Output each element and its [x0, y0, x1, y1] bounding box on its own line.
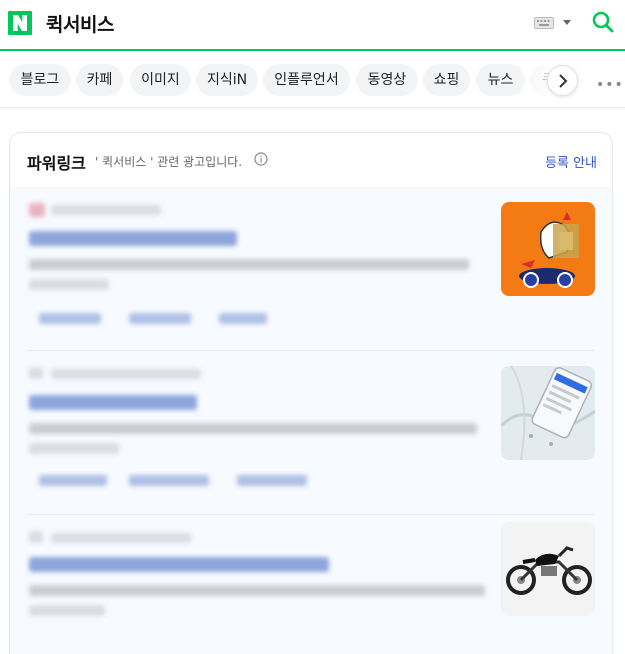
tab-influencer[interactable]: 인플루언서 [263, 64, 350, 96]
chevron-down-icon[interactable] [563, 20, 571, 25]
more-icon[interactable]: ••• [596, 77, 624, 93]
naver-logo[interactable] [8, 11, 32, 35]
ad-item[interactable] [27, 365, 595, 495]
ad-description [29, 443, 119, 454]
ad-title-link[interactable] [29, 395, 197, 410]
tab-blog[interactable]: 블로그 [9, 64, 71, 96]
ad-divider [27, 350, 595, 351]
powerlink-title: 파워링크 [27, 154, 86, 173]
ad-sublink[interactable] [237, 475, 307, 486]
ad-thumbnail[interactable] [501, 366, 595, 460]
ad-site-name[interactable] [51, 533, 191, 543]
map-phone-image [501, 366, 595, 460]
ad-site-name[interactable] [51, 369, 201, 379]
ad-sublink[interactable] [129, 313, 191, 324]
tab-cafe[interactable]: 카페 [76, 64, 123, 96]
chevron-right-icon [559, 74, 568, 88]
ad-title-link[interactable] [29, 231, 237, 246]
ad-sublink[interactable] [39, 313, 101, 324]
powerlink-header: 파워링크 ' 퀵서비스 ' 관련 광고입니다. 등록 안내 [10, 133, 612, 187]
search-tabs: 블로그 카페 이미지 지식iN 인플루언서 동영상 쇼핑 뉴스 쿠 ••• [0, 53, 625, 108]
register-link[interactable]: 등록 안내 [545, 152, 597, 171]
ad-item[interactable] [27, 522, 595, 654]
ad-sublink[interactable] [129, 475, 209, 486]
tab-kin[interactable]: 지식iN [196, 64, 258, 96]
delivery-character-image [501, 202, 595, 296]
ad-thumbnail[interactable] [501, 522, 595, 616]
ad-sublink[interactable] [219, 313, 267, 324]
ad-favicon [29, 531, 43, 543]
ad-description [29, 605, 105, 616]
ad-favicon [29, 367, 43, 379]
search-icon[interactable] [592, 11, 614, 33]
ad-divider [27, 514, 595, 515]
ad-thumbnail[interactable] [501, 202, 595, 296]
ad-item[interactable] [27, 201, 595, 331]
tabs-scroll-button[interactable] [547, 65, 578, 96]
ad-description [29, 259, 469, 270]
powerlink-section: 파워링크 ' 퀵서비스 ' 관련 광고입니다. 등록 안내 [9, 132, 613, 654]
ad-site-name[interactable] [51, 205, 161, 215]
ad-sublink[interactable] [39, 475, 107, 486]
search-query[interactable]: 퀵서비스 [46, 10, 114, 37]
ad-description [29, 279, 109, 290]
tab-shopping[interactable]: 쇼핑 [423, 64, 470, 96]
tab-news[interactable]: 뉴스 [476, 64, 525, 96]
powerlink-description: ' 퀵서비스 ' 관련 광고입니다. [95, 155, 243, 169]
ad-title-link[interactable] [29, 557, 329, 572]
powerlink-ads [10, 187, 612, 654]
motorcycle-image [501, 522, 595, 616]
info-icon[interactable] [254, 152, 268, 166]
keyboard-icon[interactable] [534, 17, 554, 29]
ad-description [29, 423, 477, 434]
search-header: 퀵서비스 [0, 0, 625, 51]
ad-favicon [29, 203, 45, 217]
tab-video[interactable]: 동영상 [356, 64, 418, 96]
ad-description [29, 585, 485, 596]
tab-image[interactable]: 이미지 [130, 64, 191, 96]
